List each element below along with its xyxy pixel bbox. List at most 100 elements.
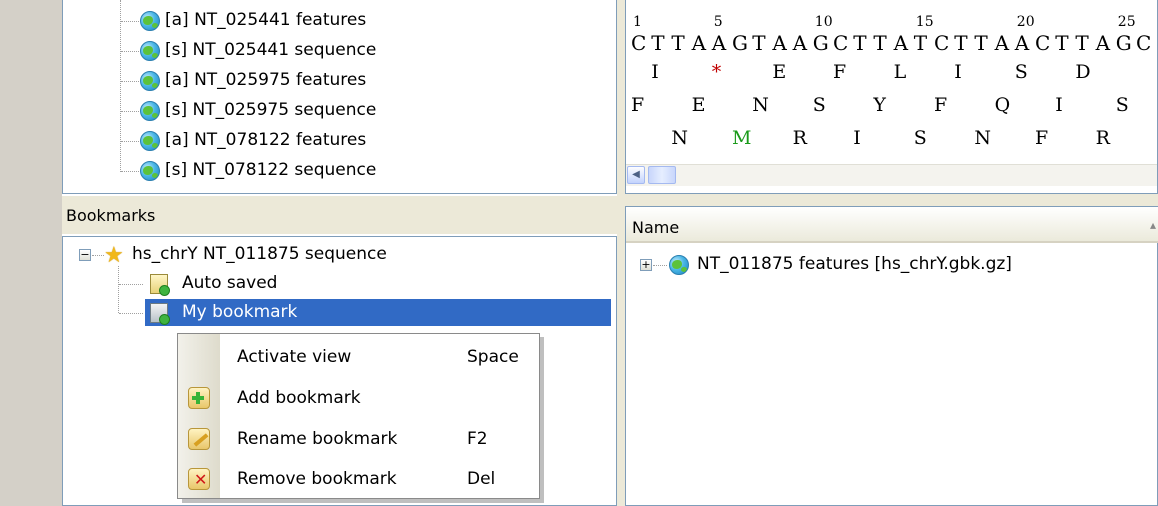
amino-acid: D xyxy=(1075,61,1091,83)
nucleotide: C xyxy=(1136,31,1152,55)
expand-toggle[interactable]: + xyxy=(640,259,652,271)
nucleotide: G xyxy=(732,31,748,55)
nucleotide: T xyxy=(853,31,867,55)
nucleotide: C xyxy=(833,31,849,55)
nucleotide: T xyxy=(651,31,665,55)
globe-icon xyxy=(669,255,689,275)
amino-acid: F xyxy=(631,94,645,116)
bookmark-icon xyxy=(150,274,170,296)
object-item-label[interactable]: NT_011875 features [hs_chrY.gbk.gz] xyxy=(697,254,1012,274)
nucleotide: T xyxy=(1075,31,1089,55)
nucleotide: C xyxy=(631,31,647,55)
remove-bookmark-icon: ✕ xyxy=(188,468,210,490)
amino-acid: L xyxy=(893,61,907,83)
globe-icon xyxy=(140,41,160,61)
column-header-name[interactable]: Name xyxy=(632,218,679,237)
amino-acid: * xyxy=(711,61,722,83)
menu-item-activate-view[interactable]: Activate view xyxy=(237,347,351,367)
amino-acid: R xyxy=(792,127,807,149)
ruler-number: 25 xyxy=(1117,14,1136,30)
tree-item-label[interactable]: [s] NT_025975 sequence xyxy=(165,100,376,120)
tree-connector xyxy=(121,171,139,172)
globe-icon xyxy=(140,131,160,151)
nucleotide: C xyxy=(934,31,950,55)
vertical-splitter[interactable] xyxy=(617,0,625,506)
scroll-thumb[interactable] xyxy=(648,166,676,184)
amino-acid: N xyxy=(671,127,689,149)
right-splitter[interactable] xyxy=(625,194,1158,206)
tree-item-label[interactable]: [s] NT_025441 sequence xyxy=(165,40,376,60)
nucleotide: A xyxy=(792,31,808,55)
collapse-toggle[interactable]: − xyxy=(79,249,91,261)
globe-icon xyxy=(140,161,160,181)
tree-connector xyxy=(119,284,143,285)
nucleotide: A xyxy=(691,31,707,55)
tree-connector xyxy=(118,266,119,313)
globe-icon xyxy=(140,71,160,91)
nucleotide: T xyxy=(873,31,887,55)
star-icon: ★ xyxy=(104,243,124,268)
bookmark-item-label[interactable]: Auto saved xyxy=(182,273,277,293)
menu-shortcut: Del xyxy=(467,469,496,489)
amino-acid: Y xyxy=(873,94,886,116)
bookmark-root-label[interactable]: hs_chrY NT_011875 sequence xyxy=(132,244,387,264)
nucleotide: T xyxy=(954,31,968,55)
ruler-number: 1 xyxy=(633,14,642,30)
amino-acid: S xyxy=(812,94,826,116)
menu-item-remove-bookmark[interactable]: Remove bookmark xyxy=(237,469,397,489)
tree-connector xyxy=(121,51,139,52)
amino-acid: N xyxy=(974,127,992,149)
globe-icon xyxy=(140,11,160,31)
column-header[interactable] xyxy=(626,207,1158,243)
tree-item-label[interactable]: [s] NT_078122 sequence xyxy=(165,160,376,180)
nucleotide: G xyxy=(1115,31,1132,55)
amino-acid: E xyxy=(691,94,706,116)
amino-acid: R xyxy=(1095,127,1110,149)
nucleotide: A xyxy=(1014,31,1030,55)
amino-acid: M xyxy=(732,127,752,149)
nucleotide: A xyxy=(1095,31,1111,55)
ruler-number: 15 xyxy=(915,14,934,30)
amino-acid: S xyxy=(913,127,927,149)
amino-acid: S xyxy=(1014,61,1028,83)
tree-item-label[interactable]: [a] NT_025441 features xyxy=(165,10,366,30)
tree-item-label[interactable]: [a] NT_025975 features xyxy=(165,70,366,90)
tree-connector xyxy=(121,111,139,112)
rename-bookmark-icon xyxy=(188,428,210,450)
tree-connector xyxy=(653,265,667,266)
bookmarks-title: Bookmarks xyxy=(66,206,156,225)
ruler-number: 20 xyxy=(1016,14,1035,30)
tree-item-label[interactable]: [a] NT_078122 features xyxy=(165,130,366,150)
tree-connector xyxy=(119,313,143,314)
ruler-number: 5 xyxy=(713,14,723,30)
amino-acid: F xyxy=(833,61,847,83)
amino-acid: F xyxy=(1035,127,1049,149)
amino-acid: S xyxy=(1115,94,1129,116)
amino-acid: E xyxy=(772,61,787,83)
menu-shortcut: F2 xyxy=(467,429,488,449)
nucleotide: A xyxy=(994,31,1010,55)
amino-acid: N xyxy=(752,94,769,116)
scroll-left-arrow-icon[interactable]: ◀ xyxy=(627,166,645,184)
amino-acid: F xyxy=(934,94,948,116)
amino-acid: I xyxy=(651,61,659,83)
menu-item-add-bookmark[interactable]: Add bookmark xyxy=(237,388,361,408)
bookmark-item-label[interactable]: My bookmark xyxy=(182,302,297,322)
nucleotide: G xyxy=(812,31,829,55)
menu-shortcut: Space xyxy=(467,347,519,367)
nucleotide: A xyxy=(893,31,909,55)
nucleotide: T xyxy=(913,31,928,55)
tree-connector xyxy=(92,255,104,256)
menu-item-rename-bookmark[interactable]: Rename bookmark xyxy=(237,429,397,449)
object-list-panel xyxy=(625,206,1158,506)
tree-connector xyxy=(121,141,139,142)
horizontal-scrollbar[interactable] xyxy=(626,164,1157,186)
nucleotide: T xyxy=(974,31,988,55)
nucleotide: T xyxy=(752,31,766,55)
amino-acid: Q xyxy=(994,94,1011,116)
nucleotide: T xyxy=(671,31,685,55)
tree-connector xyxy=(121,81,139,82)
nucleotide: A xyxy=(711,31,727,55)
amino-acid: I xyxy=(853,127,861,149)
bookmark-icon xyxy=(150,303,170,325)
